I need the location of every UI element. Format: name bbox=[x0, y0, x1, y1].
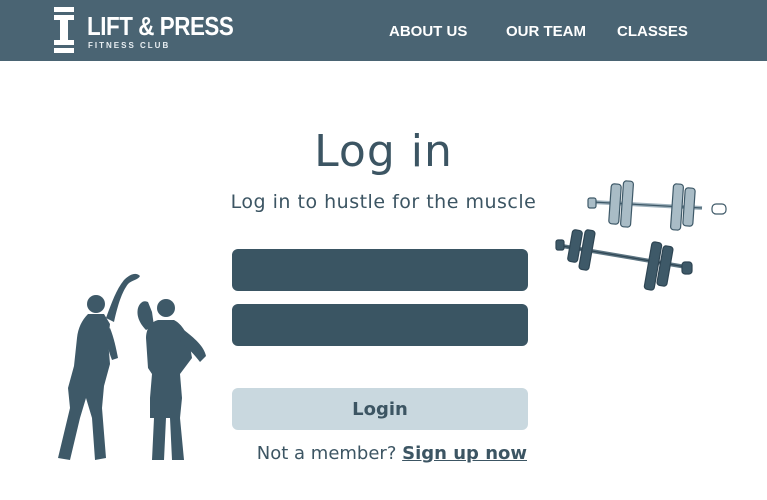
top-nav-bar: LIFT & PRESS FITNESS CLUB ABOUT US OUR T… bbox=[0, 0, 767, 61]
login-button[interactable]: Login bbox=[232, 388, 528, 430]
member-prompt-text: Not a member? bbox=[256, 443, 397, 464]
brand-logo[interactable]: LIFT & PRESS FITNESS CLUB bbox=[52, 6, 234, 54]
nav-our-team[interactable]: OUR TEAM bbox=[506, 23, 586, 40]
nav-classes[interactable]: CLASSES bbox=[617, 23, 688, 40]
dumbbells-icon bbox=[555, 180, 727, 291]
nav-about-us[interactable]: ABOUT US bbox=[389, 23, 467, 40]
brand-name: LIFT & PRESS bbox=[87, 11, 234, 41]
username-field[interactable] bbox=[232, 249, 528, 291]
signup-prompt: Not a member? Sign up now bbox=[257, 443, 527, 464]
password-field[interactable] bbox=[232, 304, 528, 346]
stretching-people-icon bbox=[58, 273, 206, 460]
brand-tagline: FITNESS CLUB bbox=[88, 41, 171, 50]
page-title: Log in bbox=[314, 126, 453, 177]
dumbbell-icon bbox=[54, 7, 74, 53]
sign-up-link[interactable]: Sign up now bbox=[402, 443, 527, 464]
